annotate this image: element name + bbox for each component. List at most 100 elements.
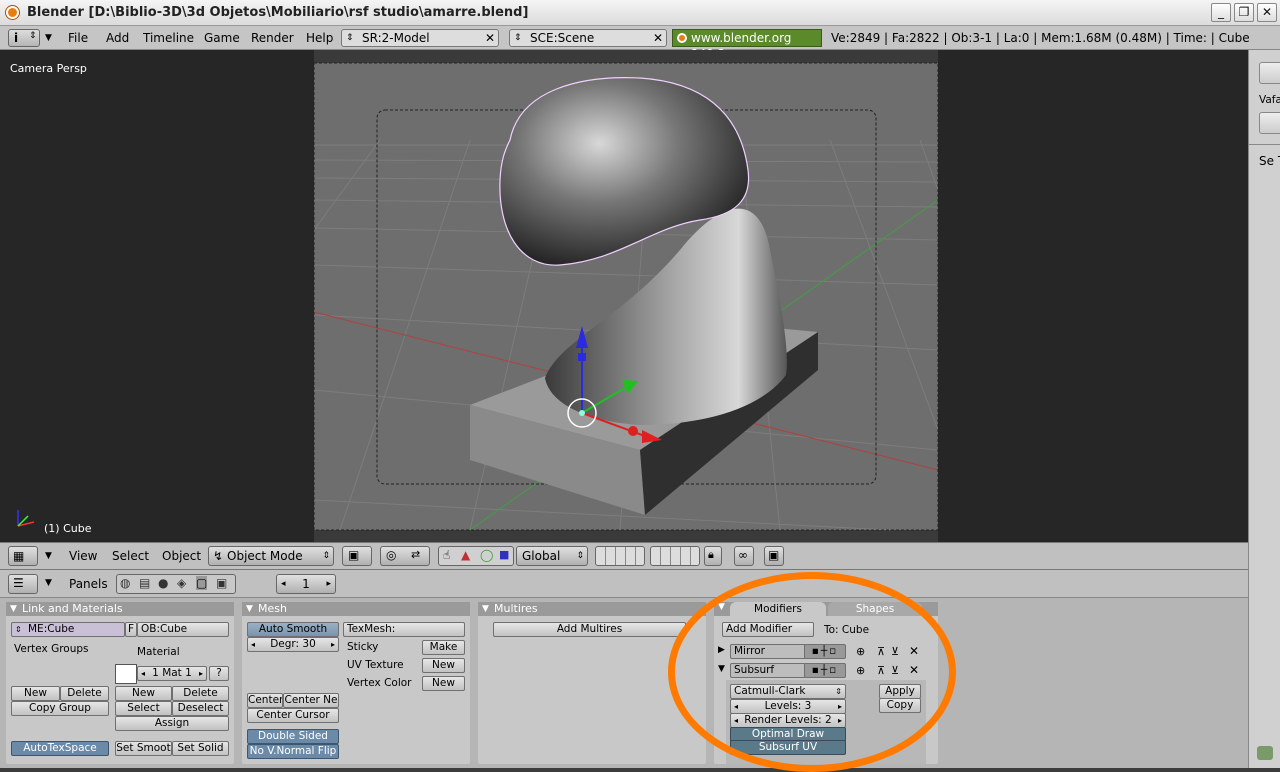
material-deselect-button[interactable]: Deselect: [172, 701, 229, 716]
degree-field[interactable]: ◂ Degr: 30 ▸: [247, 637, 339, 652]
layer-buttons-1[interactable]: [595, 546, 645, 566]
3d-viewport[interactable]: Camera Persp (1) Cube: [0, 50, 1248, 542]
menu-view[interactable]: View: [69, 549, 97, 563]
subsurf-move-down-icon[interactable]: ⊻: [891, 664, 899, 677]
mesh-name-field[interactable]: ⇕ ME:Cube: [11, 622, 125, 637]
menu-select[interactable]: Select: [112, 549, 149, 563]
apply-modifier-button[interactable]: Apply: [879, 684, 921, 699]
manipulator-toggles[interactable]: ☝ ▲ ◯ ■: [438, 546, 514, 566]
mirror-delete-icon[interactable]: ✕: [909, 644, 919, 658]
menu-game[interactable]: Game: [204, 31, 240, 45]
screen-selector[interactable]: ⇕ SR:2-Model ✕: [341, 29, 499, 47]
texmesh-field[interactable]: TexMesh:: [343, 622, 465, 637]
subsurf-cage-icon[interactable]: ⊕: [856, 664, 865, 677]
right-panel-button-2[interactable]: [1259, 112, 1280, 134]
panel-header[interactable]: Multires: [478, 602, 706, 616]
display-toggle-icon[interactable]: ┼: [821, 664, 829, 676]
double-sided-button[interactable]: Double Sided: [247, 729, 339, 744]
logic-icon[interactable]: ◍: [120, 576, 130, 590]
rotate-icon[interactable]: ◯: [480, 548, 493, 562]
pivot-selector[interactable]: ◎ ⇄: [380, 546, 430, 566]
render-levels-field[interactable]: ◂ Render Levels: 2 ▸: [730, 713, 846, 728]
menu-help[interactable]: Help: [306, 31, 333, 45]
orientation-selector[interactable]: Global ⇕: [516, 546, 588, 566]
editor-type-selector[interactable]: i ⇕: [8, 29, 40, 47]
subsurf-modifier-name[interactable]: Subsurf: [730, 663, 806, 678]
material-help-button[interactable]: ?: [209, 666, 229, 681]
vertex-color-new-button[interactable]: New: [422, 676, 465, 691]
material-select-button[interactable]: Select: [115, 701, 172, 716]
context-buttons[interactable]: ◍ ▤ ● ◈ ▢ ▣: [116, 574, 236, 594]
mirror-move-down-icon[interactable]: ⊻: [891, 645, 899, 658]
subsurf-type-selector[interactable]: Catmull-Clark ⇕: [730, 684, 846, 699]
layer-buttons-2[interactable]: [650, 546, 700, 566]
material-new-button[interactable]: New: [115, 686, 172, 701]
tab-shapes[interactable]: Shapes: [828, 602, 922, 616]
copy-modifier-button[interactable]: Copy: [879, 698, 921, 713]
hand-icon[interactable]: ☝: [443, 548, 450, 562]
menu-add[interactable]: Add: [106, 31, 129, 45]
right-arrow-icon[interactable]: ▸: [326, 575, 331, 593]
scene-icon[interactable]: ▣: [216, 576, 227, 590]
render-button[interactable]: ▣: [764, 546, 784, 566]
sticky-make-button[interactable]: Make: [422, 640, 465, 655]
close-icon[interactable]: ✕: [1257, 3, 1277, 22]
uv-texture-new-button[interactable]: New: [422, 658, 465, 673]
subsurf-move-up-icon[interactable]: ⊼: [877, 664, 885, 677]
menu-file[interactable]: File: [68, 31, 88, 45]
script-icon[interactable]: ▤: [139, 576, 150, 590]
material-delete-button[interactable]: Delete: [172, 686, 229, 701]
auto-smooth-button[interactable]: Auto Smooth: [247, 622, 339, 637]
snap-button[interactable]: ∞: [734, 546, 754, 566]
tab-modifiers[interactable]: Modifiers: [730, 602, 826, 616]
editing-icon[interactable]: ▢: [196, 576, 208, 590]
menu-render[interactable]: Render: [251, 31, 294, 45]
fake-user-button[interactable]: F: [125, 622, 137, 637]
vertex-group-delete-button[interactable]: Delete: [60, 686, 109, 701]
draw-type-selector[interactable]: ▣: [342, 546, 372, 566]
mode-selector[interactable]: ↯ Object Mode ⇕: [208, 546, 334, 566]
render-toggle-icon[interactable]: ▪: [812, 664, 821, 676]
x-scale-handle[interactable]: [628, 426, 638, 436]
expand-mirror-icon[interactable]: ▶: [718, 645, 725, 655]
delete-scene-icon[interactable]: ✕: [653, 30, 663, 46]
display-toggle-icon[interactable]: ┼: [821, 645, 829, 657]
collapse-menu-icon[interactable]: ▼: [45, 33, 52, 43]
scale-icon[interactable]: ■: [499, 548, 509, 561]
panel-header[interactable]: Link and Materials: [6, 602, 234, 616]
center-cursor-button[interactable]: Center Cursor: [247, 708, 339, 723]
collapse-icon[interactable]: ▼: [45, 551, 52, 561]
center-button[interactable]: Center: [247, 693, 283, 708]
collapse-subsurf-icon[interactable]: ▼: [718, 664, 725, 674]
corner-icon[interactable]: [1257, 746, 1273, 760]
panel-header[interactable]: Mesh: [242, 602, 470, 616]
maximize-icon[interactable]: ❐: [1234, 3, 1254, 22]
render-toggle-icon[interactable]: ▪: [812, 645, 821, 657]
mirror-modifier-name[interactable]: Mirror: [730, 644, 806, 659]
copy-group-button[interactable]: Copy Group: [11, 701, 109, 716]
lock-layer-button[interactable]: 🔒︎: [704, 546, 722, 566]
material-slot-field[interactable]: ◂ 1 Mat 1 ▸: [137, 666, 207, 681]
shading-icon[interactable]: ●: [158, 576, 168, 590]
editor-type-3d[interactable]: ▦: [8, 546, 38, 566]
cage-toggle-icon[interactable]: ▫: [829, 664, 838, 676]
menu-object[interactable]: Object: [162, 549, 201, 563]
editor-type-buttons[interactable]: ☰: [8, 574, 38, 594]
object-name-field[interactable]: OB:Cube: [137, 622, 229, 637]
center-new-button[interactable]: Center Ne: [283, 693, 339, 708]
object-icon[interactable]: ◈: [177, 576, 186, 590]
z-scale-handle[interactable]: [578, 353, 586, 361]
collapse-icon[interactable]: ▼: [45, 578, 52, 588]
set-solid-button[interactable]: Set Solid: [172, 741, 229, 756]
mirror-move-up-icon[interactable]: ⊼: [877, 645, 885, 658]
material-color-swatch[interactable]: [115, 664, 137, 684]
collapse-icon[interactable]: ▼: [718, 602, 725, 612]
subsurf-toggles[interactable]: ▪┼▫: [804, 663, 846, 678]
cage-toggle-icon[interactable]: ▫: [829, 645, 838, 657]
translate-icon[interactable]: ▲: [461, 548, 470, 562]
add-modifier-button[interactable]: Add Modifier: [722, 622, 814, 637]
set-smooth-button[interactable]: Set Smoot: [115, 741, 172, 756]
right-panel-button[interactable]: [1259, 62, 1280, 84]
left-arrow-icon[interactable]: ◂: [281, 575, 286, 593]
subsurf-uv-button[interactable]: Subsurf UV: [730, 740, 846, 755]
